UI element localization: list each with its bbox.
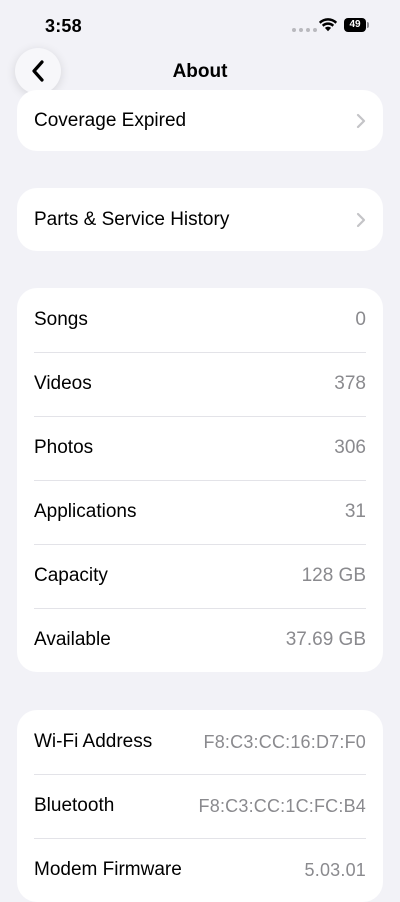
info-value: F8:C3:CC:16:D7:F0 bbox=[203, 731, 366, 752]
cellular-signal-icon bbox=[292, 28, 317, 32]
info-value: 128 GB bbox=[301, 565, 366, 586]
info-value: 37.69 GB bbox=[285, 629, 366, 650]
info-value: 31 bbox=[344, 501, 366, 522]
info-label: Modem Firmware bbox=[34, 859, 182, 880]
info-label: Available bbox=[34, 629, 111, 650]
coverage-group: Coverage Expired bbox=[17, 90, 383, 151]
info-label: Photos bbox=[34, 437, 94, 458]
battery-icon: 49 bbox=[344, 18, 370, 32]
info-row-applications: Applications 31 bbox=[17, 480, 383, 544]
info-label: Wi-Fi Address bbox=[34, 731, 153, 752]
info-value: 5.03.01 bbox=[304, 859, 366, 880]
coverage-label: Coverage Expired bbox=[34, 109, 187, 131]
navigation-bar: About bbox=[0, 48, 400, 94]
status-bar: 3:58 49 bbox=[0, 0, 400, 52]
info-value: 378 bbox=[334, 373, 366, 394]
parts-service-group: Parts & Service History bbox=[17, 188, 383, 251]
parts-service-row[interactable]: Parts & Service History bbox=[17, 188, 383, 251]
info-row-videos: Videos 378 bbox=[17, 352, 383, 416]
info-row-wifi-address: Wi-Fi Address F8:C3:CC:16:D7:F0 bbox=[17, 710, 383, 774]
coverage-row[interactable]: Coverage Expired bbox=[17, 90, 383, 151]
info-row-capacity: Capacity 128 GB bbox=[17, 544, 383, 608]
info-row-available: Available 37.69 GB bbox=[17, 608, 383, 672]
media-info-group: Songs 0 Videos 378 Photos 306 Applicatio… bbox=[17, 288, 383, 672]
info-label: Applications bbox=[34, 501, 137, 522]
page-title: About bbox=[172, 61, 228, 82]
status-time: 3:58 bbox=[45, 16, 82, 36]
info-label: Songs bbox=[34, 309, 88, 330]
info-label: Capacity bbox=[34, 565, 108, 586]
chevron-right-icon bbox=[356, 113, 366, 128]
info-value: 306 bbox=[334, 437, 366, 458]
chevron-right-icon bbox=[356, 212, 366, 227]
info-value: 0 bbox=[355, 309, 366, 330]
info-value: F8:C3:CC:1C:FC:B4 bbox=[198, 795, 366, 816]
info-row-songs: Songs 0 bbox=[17, 288, 383, 352]
battery-level: 49 bbox=[344, 18, 366, 32]
wifi-icon bbox=[318, 18, 338, 32]
network-info-group: Wi-Fi Address F8:C3:CC:16:D7:F0 Bluetoot… bbox=[17, 710, 383, 902]
info-row-modem-firmware: Modem Firmware 5.03.01 bbox=[17, 838, 383, 902]
info-row-photos: Photos 306 bbox=[17, 416, 383, 480]
info-label: Bluetooth bbox=[34, 795, 115, 816]
info-row-bluetooth: Bluetooth F8:C3:CC:1C:FC:B4 bbox=[17, 774, 383, 838]
info-label: Videos bbox=[34, 373, 92, 394]
parts-service-label: Parts & Service History bbox=[34, 208, 230, 230]
